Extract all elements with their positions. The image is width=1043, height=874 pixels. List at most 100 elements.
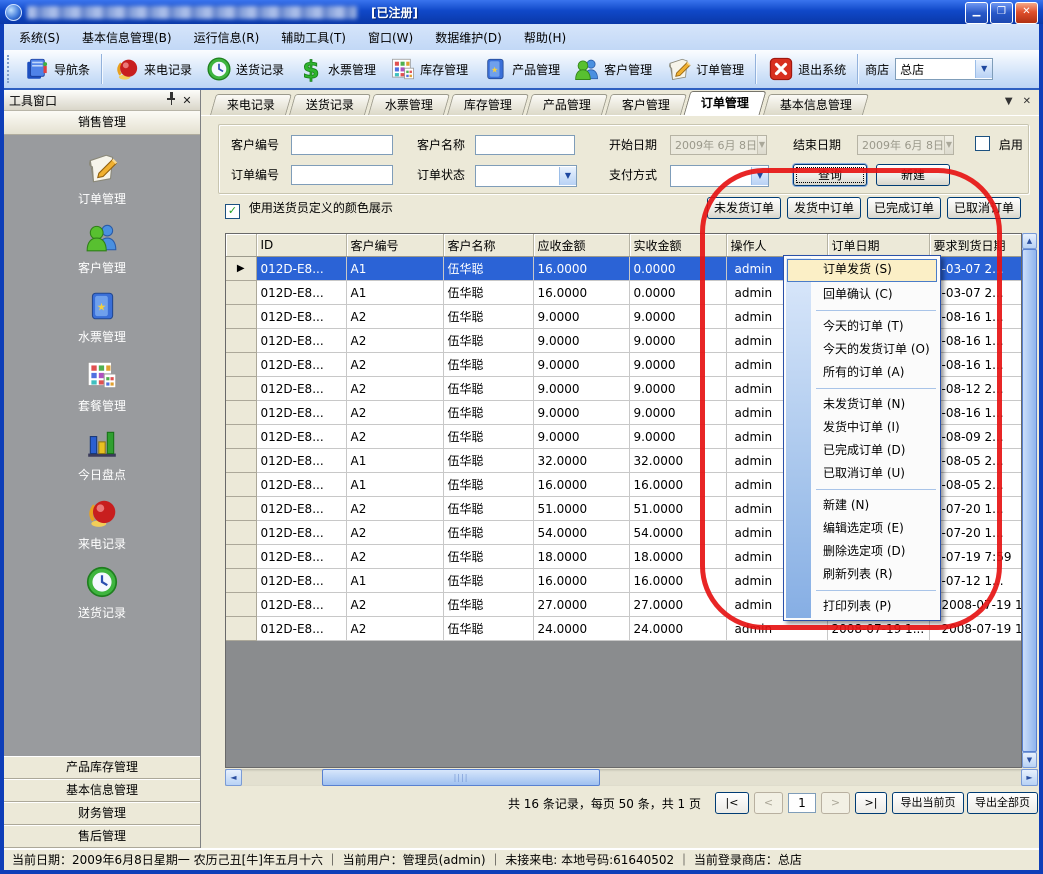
tab-order-mgmt[interactable]: 订单管理 bbox=[684, 91, 767, 115]
sidebar-section-after-sales-mgmt[interactable]: 售后管理 bbox=[4, 825, 200, 848]
grid-header-paid[interactable]: 实收金额 bbox=[629, 234, 726, 257]
menu-item-help[interactable]: 帮助(H) bbox=[513, 25, 577, 50]
tab-water-ticket-mgmt[interactable]: 水票管理 bbox=[368, 94, 450, 115]
sidebar-item-order-mgmt[interactable]: 订单管理 bbox=[78, 151, 126, 207]
context-menu-item-print-list[interactable]: 打印列表 (P) bbox=[786, 595, 938, 618]
customer-no-input[interactable] bbox=[291, 135, 393, 155]
page-number-input[interactable] bbox=[788, 793, 816, 813]
tab-dropdown-icon[interactable]: ▼ bbox=[1005, 96, 1013, 107]
toolbar-grip[interactable] bbox=[7, 55, 14, 83]
grid-horizontal-scrollbar[interactable]: ◄ ► bbox=[225, 769, 1038, 786]
order-status-select[interactable]: ▼ bbox=[475, 165, 577, 187]
sidebar-item-water-ticket-mgmt[interactable]: ★水票管理 bbox=[78, 289, 126, 345]
sidebar-item-call-records[interactable]: 来电记录 bbox=[78, 496, 126, 552]
filter-button-completed-orders[interactable]: 已完成订单 bbox=[867, 197, 941, 219]
context-menu-item-new-order[interactable]: 新建 (N) bbox=[786, 494, 938, 517]
order-status-dropdown-icon[interactable]: ▼ bbox=[559, 167, 576, 185]
toolbar-button-delivery-records[interactable]: 送货记录 bbox=[199, 52, 291, 86]
next-page-button[interactable]: > bbox=[821, 792, 850, 814]
context-menu-item-all-orders[interactable]: 所有的订单 (A) bbox=[786, 361, 938, 384]
vertical-scroll-thumb[interactable] bbox=[1022, 249, 1037, 752]
toolbar-button-call-records[interactable]: 来电记录 bbox=[107, 52, 199, 86]
shop-select[interactable]: 总店▼ bbox=[895, 58, 993, 80]
menu-item-runtime-info[interactable]: 运行信息(R) bbox=[183, 25, 271, 50]
toolbar-button-product-mgmt[interactable]: ★产品管理 bbox=[475, 52, 567, 86]
menu-item-basic-info-mgmt[interactable]: 基本信息管理(B) bbox=[71, 25, 183, 50]
toolbar-button-water-ticket-mgmt[interactable]: $水票管理 bbox=[291, 52, 383, 86]
scroll-right-icon[interactable]: ► bbox=[1021, 769, 1038, 786]
sidebar-section-sales[interactable]: 销售管理 bbox=[4, 111, 200, 135]
filter-button-cancelled-orders[interactable]: 已取消订单 bbox=[947, 197, 1021, 219]
tab-inventory-mgmt[interactable]: 库存管理 bbox=[447, 94, 529, 115]
context-menu-item-today-shipped-orders[interactable]: 今天的发货订单 (O) bbox=[786, 338, 938, 361]
grid-header-recv[interactable]: 应收金额 bbox=[533, 234, 629, 257]
toolbar-button-inventory-mgmt[interactable]: 库存管理 bbox=[383, 52, 475, 86]
context-menu-item-refresh-list[interactable]: 刷新列表 (R) bbox=[786, 563, 938, 586]
grid-header-date[interactable]: 订单日期 bbox=[827, 234, 929, 257]
toolbar-button-nav-bar[interactable]: 导航条 bbox=[17, 52, 97, 86]
context-menu-item-delete-selected[interactable]: 删除选定项 (D) bbox=[786, 540, 938, 563]
grid-header-op[interactable]: 操作人 bbox=[726, 234, 827, 257]
tab-basic-info-mgmt[interactable]: 基本信息管理 bbox=[763, 94, 869, 115]
scroll-left-icon[interactable]: ◄ bbox=[225, 769, 242, 786]
filter-button-unshipped-orders[interactable]: 未发货订单 bbox=[707, 197, 781, 219]
sidebar-item-customer-mgmt[interactable]: 客户管理 bbox=[78, 220, 126, 276]
scroll-down-icon[interactable]: ▼ bbox=[1022, 752, 1037, 768]
context-menu-item-completed-orders[interactable]: 已完成订单 (D) bbox=[786, 439, 938, 462]
sidebar-section-basic-info-mgmt[interactable]: 基本信息管理 bbox=[4, 779, 200, 802]
order-no-input[interactable] bbox=[291, 165, 393, 185]
filter-button-shipping-orders[interactable]: 发货中订单 bbox=[787, 197, 861, 219]
first-page-button[interactable]: |< bbox=[715, 792, 749, 814]
horizontal-scroll-thumb[interactable] bbox=[322, 769, 600, 786]
last-page-button[interactable]: >| bbox=[855, 792, 887, 814]
tab-product-mgmt[interactable]: 产品管理 bbox=[526, 94, 608, 115]
sidebar-item-package-mgmt[interactable]: 套餐管理 bbox=[78, 358, 126, 414]
menu-item-data-maintenance[interactable]: 数据维护(D) bbox=[424, 25, 513, 50]
context-menu-item-shipping-orders[interactable]: 发货中订单 (I) bbox=[786, 416, 938, 439]
grid-header-custno[interactable]: 客户编号 bbox=[346, 234, 443, 257]
tab-delivery-records[interactable]: 送货记录 bbox=[289, 94, 371, 115]
query-button[interactable]: 查询 bbox=[793, 164, 867, 186]
customer-name-input[interactable] bbox=[475, 135, 575, 155]
sidebar-section-finance-mgmt[interactable]: 财务管理 bbox=[4, 802, 200, 825]
menu-item-aux-tools[interactable]: 辅助工具(T) bbox=[270, 25, 357, 50]
close-icon[interactable]: ✕ bbox=[179, 94, 195, 107]
export-all-pages-button[interactable]: 导出全部页 bbox=[967, 792, 1038, 814]
start-date-dropdown-icon[interactable]: ▼ bbox=[757, 136, 766, 154]
payment-select[interactable]: ▼ bbox=[670, 165, 769, 187]
sidebar-section-product-inventory-mgmt[interactable]: 产品库存管理 bbox=[4, 756, 200, 779]
context-menu-item-receipt-confirm[interactable]: 回单确认 (C) bbox=[786, 283, 938, 306]
toolbar-button-order-mgmt[interactable]: 订单管理 bbox=[659, 52, 751, 86]
payment-dropdown-icon[interactable]: ▼ bbox=[751, 167, 768, 185]
maximize-button[interactable]: ❐ bbox=[990, 2, 1013, 24]
prev-page-button[interactable]: < bbox=[754, 792, 783, 814]
toolbar-button-customer-mgmt[interactable]: 客户管理 bbox=[567, 52, 659, 86]
menu-item-system[interactable]: 系统(S) bbox=[8, 25, 71, 50]
start-date-picker[interactable]: 2009年 6月 8日 ▼ bbox=[670, 135, 767, 155]
grid-header-req[interactable]: 要求到货日期 bbox=[929, 234, 1022, 257]
new-button[interactable]: 新建 bbox=[876, 164, 950, 186]
close-button[interactable]: ✕ bbox=[1015, 2, 1038, 24]
sidebar-item-daily-stocktake[interactable]: 今日盘点 bbox=[78, 427, 126, 483]
shop-dropdown-icon[interactable]: ▼ bbox=[975, 60, 992, 78]
grid-header-id[interactable]: ID bbox=[256, 234, 346, 257]
sidebar-item-delivery-records[interactable]: 送货记录 bbox=[78, 565, 126, 621]
context-menu-item-edit-selected[interactable]: 编辑选定项 (E) bbox=[786, 517, 938, 540]
pin-icon[interactable] bbox=[163, 92, 179, 108]
toolbar-button-exit-system[interactable]: 退出系统 bbox=[761, 52, 853, 86]
context-menu-item-ship-order[interactable]: 订单发货 (S) bbox=[787, 259, 937, 282]
tab-customer-mgmt[interactable]: 客户管理 bbox=[605, 94, 687, 115]
end-date-dropdown-icon[interactable]: ▼ bbox=[944, 136, 953, 154]
delivery-color-checkbox[interactable]: ✓ bbox=[225, 204, 240, 219]
grid-header-custname[interactable]: 客户名称 bbox=[443, 234, 533, 257]
tab-close-icon[interactable]: ✕ bbox=[1023, 96, 1031, 107]
scroll-up-icon[interactable]: ▲ bbox=[1022, 233, 1037, 249]
menu-item-window[interactable]: 窗口(W) bbox=[357, 25, 424, 50]
enable-checkbox[interactable]: 启用 bbox=[975, 136, 1023, 154]
tab-call-records[interactable]: 来电记录 bbox=[210, 94, 292, 115]
enable-checkbox-box[interactable] bbox=[975, 136, 990, 151]
context-menu-item-cancelled-orders[interactable]: 已取消订单 (U) bbox=[786, 462, 938, 485]
minimize-button[interactable]: ▁ bbox=[965, 2, 988, 24]
context-menu-item-today-orders[interactable]: 今天的订单 (T) bbox=[786, 315, 938, 338]
export-current-page-button[interactable]: 导出当前页 bbox=[892, 792, 964, 814]
